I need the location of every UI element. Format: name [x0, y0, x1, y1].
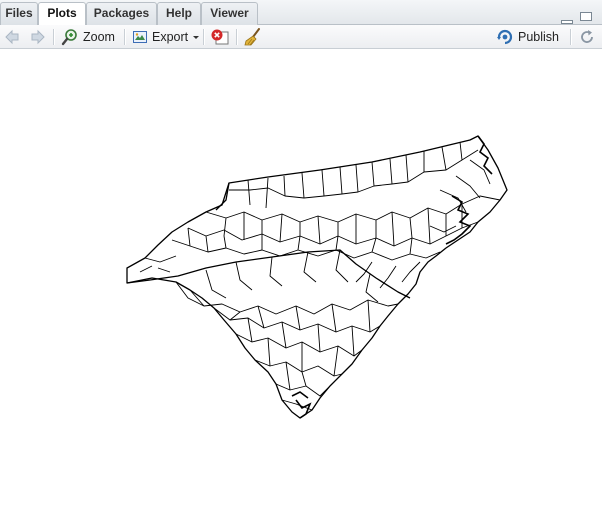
county-map-plot	[126, 135, 508, 419]
export-label: Export	[152, 30, 189, 44]
plots-toolbar: Zoom Export Publish	[0, 25, 602, 49]
state-border	[126, 249, 411, 299]
tab-plots[interactable]: Plots	[38, 2, 86, 26]
tab-help[interactable]: Help	[157, 2, 201, 25]
publish-label: Publish	[518, 30, 559, 44]
publish-icon	[497, 29, 513, 45]
back-button[interactable]	[4, 28, 20, 46]
zoom-label: Zoom	[83, 30, 115, 44]
plot-viewer	[0, 49, 602, 527]
tab-viewer[interactable]: Viewer	[201, 2, 258, 25]
toolbar-separator	[124, 29, 126, 45]
maximize-pane-icon[interactable]	[580, 12, 592, 21]
arrow-left-icon	[5, 29, 19, 45]
minimize-pane-icon[interactable]	[561, 20, 574, 24]
remove-plot-icon	[211, 29, 229, 45]
remove-plot-button[interactable]	[210, 28, 230, 46]
state-outline	[126, 135, 508, 419]
arrow-right-icon	[31, 29, 45, 45]
toolbar-separator	[203, 29, 205, 45]
tab-packages[interactable]: Packages	[86, 2, 157, 25]
zoom-button[interactable]: Zoom	[61, 28, 115, 46]
publish-button[interactable]: Publish	[496, 28, 559, 46]
forward-button[interactable]	[30, 28, 46, 46]
chevron-down-icon	[193, 36, 200, 39]
export-image-icon	[133, 31, 147, 43]
refresh-icon	[581, 30, 593, 43]
tab-files[interactable]: Files	[0, 2, 38, 25]
pane-window-controls	[558, 9, 592, 24]
broom-icon	[244, 28, 260, 46]
toolbar-separator	[570, 29, 572, 45]
zoom-magnifier-icon	[61, 29, 77, 46]
toolbar-separator	[236, 29, 238, 45]
toolbar-separator	[53, 29, 55, 45]
pane-tab-bar: Files Plots Packages Help Viewer	[0, 0, 602, 26]
refresh-button[interactable]	[579, 28, 595, 46]
export-button[interactable]: Export	[132, 28, 201, 46]
clear-all-plots-button[interactable]	[244, 28, 262, 46]
